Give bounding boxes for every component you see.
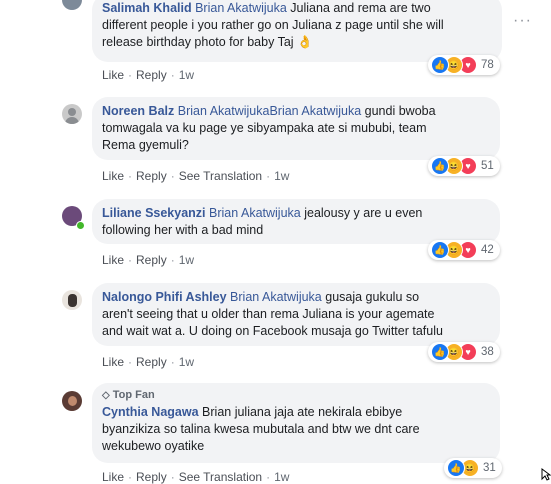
like-icon: 👍: [431, 56, 449, 74]
reply-link[interactable]: Reply: [136, 470, 167, 484]
more-options-icon[interactable]: ···: [513, 13, 532, 29]
avatar[interactable]: [62, 391, 82, 411]
comment-author[interactable]: Salimah Khalid: [102, 1, 192, 15]
comment-text-line: following her with a bad mind: [102, 223, 264, 237]
comment-bubble: Nalongo Phifi Ashley Brian Akatwijuka gu…: [92, 283, 500, 346]
reaction-summary[interactable]: 👍 😆 ♥ 78: [428, 55, 500, 75]
separator: ·: [266, 169, 271, 183]
see-translation-link[interactable]: See Translation: [179, 169, 262, 183]
separator: ·: [128, 355, 133, 369]
timestamp[interactable]: 1w: [179, 253, 194, 267]
separator: ·: [170, 253, 175, 267]
like-link[interactable]: Like: [102, 355, 124, 369]
mention-link[interactable]: Brian Akatwijuka: [195, 1, 287, 15]
diamond-badge-icon: ◇: [102, 390, 110, 401]
separator: ·: [128, 169, 133, 183]
comment-actions: Like · Reply · See Translation · 1w: [102, 169, 289, 183]
reply-link[interactable]: Reply: [136, 355, 167, 369]
comment-text-line: and wait wat a. U doing on Facebook musa…: [102, 324, 443, 338]
top-fan-badge[interactable]: ◇ Top Fan: [102, 389, 155, 402]
like-link[interactable]: Like: [102, 253, 124, 267]
top-fan-label: Top Fan: [112, 389, 155, 401]
timestamp[interactable]: 1w: [179, 68, 194, 82]
comment-actions: Like · Reply · 1w: [102, 355, 194, 369]
mention-link[interactable]: Brian AkatwijukaBrian Akatwijuka: [178, 104, 361, 118]
comment-author[interactable]: Nalongo Phifi Ashley: [102, 290, 227, 304]
comment-text-line: Brian juliana jaja ate nekirala ebibye: [202, 405, 403, 419]
reaction-summary[interactable]: 👍 😆 ♥ 51: [428, 156, 500, 176]
comment-author[interactable]: Cynthia Nagawa: [102, 405, 199, 419]
separator: ·: [170, 355, 175, 369]
comment-actions: Like · Reply · 1w: [102, 253, 194, 267]
mention-link[interactable]: Brian Akatwijuka: [230, 290, 322, 304]
comment-bubble: Salimah Khalid Brian Akatwijuka Juliana …: [92, 0, 502, 62]
comment-actions: Like · Reply · See Translation · 1w: [102, 470, 289, 484]
separator: ·: [128, 68, 133, 82]
comment-text-line: tomwagala va ku page ye sibyampaka ate s…: [102, 121, 427, 135]
separator: ·: [170, 68, 175, 82]
timestamp[interactable]: 1w: [179, 355, 194, 369]
like-icon: 👍: [431, 343, 449, 361]
like-icon: 👍: [447, 459, 465, 477]
reaction-count: 51: [481, 160, 494, 172]
avatar-figure: [68, 294, 77, 307]
like-link[interactable]: Like: [102, 68, 124, 82]
reply-link[interactable]: Reply: [136, 253, 167, 267]
comment-text-line: aren't seeing that u older than rema Jul…: [102, 307, 435, 321]
comment-text-line: gusaja gukulu so: [325, 290, 420, 304]
comment-text-line: wekubewo oyatike: [102, 439, 205, 453]
reaction-summary[interactable]: 👍 😆 31: [444, 458, 502, 478]
comment-text-line: byanzikiza so talina kwesa mubutala and …: [102, 422, 420, 436]
comment-text-line: release birthday photo for baby Taj 👌: [102, 35, 313, 49]
separator: ·: [266, 470, 271, 484]
comment-author[interactable]: Noreen Balz: [102, 104, 174, 118]
timestamp[interactable]: 1w: [274, 470, 289, 484]
avatar[interactable]: [62, 290, 82, 310]
avatar-face: [68, 396, 77, 406]
timestamp[interactable]: 1w: [274, 169, 289, 183]
reply-link[interactable]: Reply: [136, 169, 167, 183]
comment-text-line: Rema gyemuli?: [102, 138, 189, 152]
like-link[interactable]: Like: [102, 169, 124, 183]
reaction-count: 31: [483, 462, 496, 474]
scroll-cursor-icon: [541, 468, 551, 481]
reaction-summary[interactable]: 👍 😆 ♥ 38: [428, 342, 500, 362]
separator: ·: [128, 470, 133, 484]
comment-text-line: different people i you rather go on Juli…: [102, 18, 444, 32]
like-icon: 👍: [431, 241, 449, 259]
separator: ·: [170, 169, 175, 183]
comment-text-line: Juliana and rema are two: [290, 1, 431, 15]
mention-link[interactable]: Brian Akatwijuka: [209, 206, 301, 220]
reaction-count: 78: [481, 59, 494, 71]
comment-author[interactable]: Liliane Ssekyanzi: [102, 206, 206, 220]
separator: ·: [128, 253, 133, 267]
comment-bubble: Noreen Balz Brian AkatwijukaBrian Akatwi…: [92, 97, 500, 160]
see-translation-link[interactable]: See Translation: [179, 470, 262, 484]
reply-link[interactable]: Reply: [136, 68, 167, 82]
avatar[interactable]: [62, 104, 82, 124]
comment-bubble: Liliane Ssekyanzi Brian Akatwijuka jealo…: [92, 199, 500, 244]
reaction-count: 42: [481, 244, 494, 256]
avatar[interactable]: [62, 0, 82, 10]
comment-text-line: jealousy y are u even: [304, 206, 423, 220]
comment-text-line: gundi bwoba: [364, 104, 436, 118]
avatar-default-body: [65, 117, 79, 124]
like-icon: 👍: [431, 157, 449, 175]
separator: ·: [170, 470, 175, 484]
avatar-default-icon: [68, 108, 76, 116]
online-status-dot: [76, 221, 85, 230]
reaction-count: 38: [481, 346, 494, 358]
reaction-summary[interactable]: 👍 😆 ♥ 42: [428, 240, 500, 260]
like-link[interactable]: Like: [102, 470, 124, 484]
comment-actions: Like · Reply · 1w: [102, 68, 194, 82]
